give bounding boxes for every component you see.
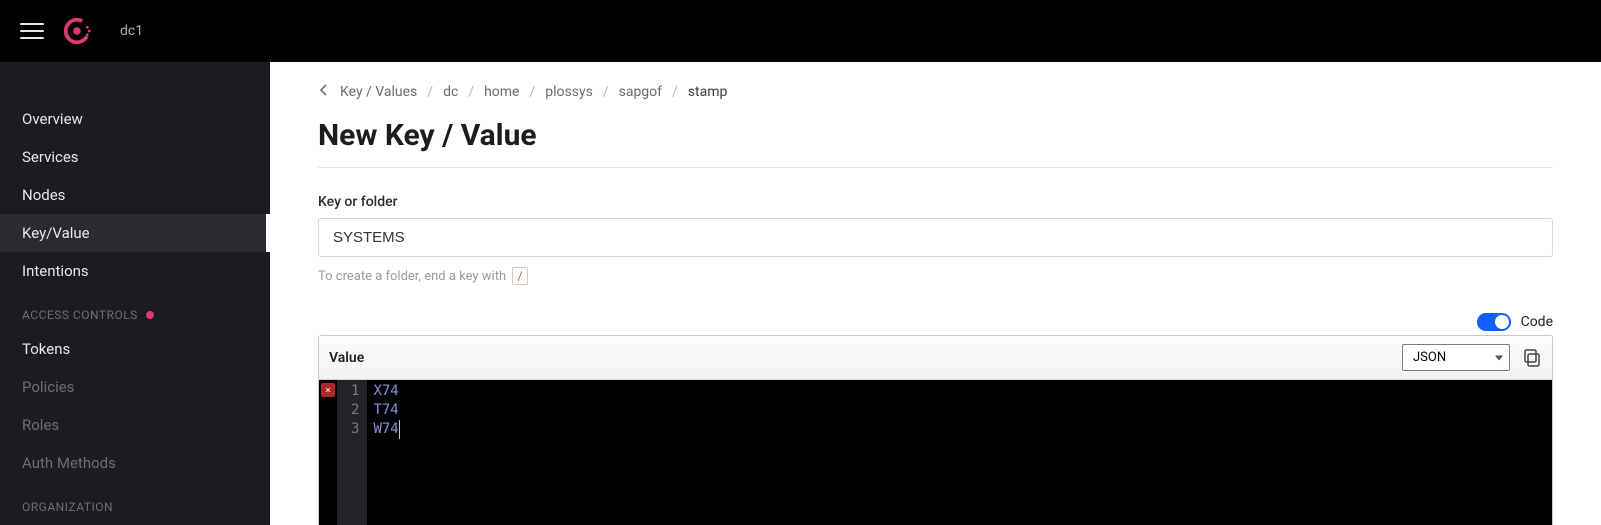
breadcrumb-item[interactable]: sapgof (619, 84, 662, 100)
sidebar-section-access-controls: ACCESS CONTROLS (0, 290, 270, 330)
sidebar-item-intentions[interactable]: Intentions (0, 252, 270, 290)
code-editor[interactable]: × 1 2 3 X74 T74 W74 (319, 380, 1552, 525)
sidebar-item-key-value[interactable]: Key/Value (0, 214, 270, 252)
slash-badge: / (512, 267, 528, 285)
sidebar-item-overview[interactable]: Overview (0, 100, 270, 138)
sidebar-item-auth-methods[interactable]: Auth Methods (0, 444, 270, 482)
code-line[interactable]: W74 (373, 420, 399, 439)
status-dot-icon (146, 311, 154, 319)
language-select[interactable]: JSON (1402, 344, 1510, 371)
error-gutter: × (319, 380, 337, 525)
breadcrumb-sep: / (672, 84, 678, 100)
page-title: New Key / Value (318, 118, 1553, 153)
code-content[interactable]: X74 T74 W74 (367, 380, 1552, 525)
breadcrumb-item[interactable]: plossys (545, 84, 593, 100)
code-line[interactable]: T74 (373, 401, 1546, 420)
key-helper-text: To create a folder, end a key with / (318, 267, 1553, 285)
code-toggle-label: Code (1521, 314, 1553, 330)
code-toggle[interactable] (1477, 313, 1511, 331)
copy-icon[interactable] (1522, 348, 1542, 368)
main-content: Key / Values / dc / home / plossys / sap… (270, 62, 1601, 525)
sidebar-item-nodes[interactable]: Nodes (0, 176, 270, 214)
code-line[interactable]: X74 (373, 382, 1546, 401)
key-input[interactable] (318, 218, 1553, 257)
breadcrumb-sep: / (529, 84, 535, 100)
datacenter-label[interactable]: dc1 (120, 23, 143, 39)
breadcrumb-sep: / (427, 84, 433, 100)
breadcrumb-sep: / (468, 84, 474, 100)
line-number-gutter: 1 2 3 (337, 380, 367, 525)
sidebar-section-organization: ORGANIZATION (0, 482, 270, 522)
breadcrumb: Key / Values / dc / home / plossys / sap… (318, 84, 1553, 100)
value-label: Value (329, 350, 364, 366)
sidebar-item-services[interactable]: Services (0, 138, 270, 176)
consul-logo-icon (62, 16, 92, 46)
menu-icon[interactable] (20, 19, 44, 43)
breadcrumb-item[interactable]: Key / Values (340, 84, 417, 100)
editor-header: Value JSON (319, 336, 1552, 380)
top-bar: dc1 (0, 0, 1601, 62)
value-editor: Value JSON × (318, 335, 1553, 525)
chevron-left-icon[interactable] (318, 84, 330, 100)
divider (318, 167, 1553, 168)
breadcrumb-sep: / (603, 84, 609, 100)
error-marker-icon: × (321, 383, 335, 397)
sidebar-item-policies[interactable]: Policies (0, 368, 270, 406)
breadcrumb-item[interactable]: home (484, 84, 519, 100)
key-field-label: Key or folder (318, 194, 1553, 210)
sidebar-item-tokens[interactable]: Tokens (0, 330, 270, 368)
breadcrumb-item[interactable]: dc (443, 84, 458, 100)
sidebar: Overview Services Nodes Key/Value Intent… (0, 62, 270, 525)
sidebar-item-roles[interactable]: Roles (0, 406, 270, 444)
breadcrumb-item[interactable]: stamp (688, 84, 728, 100)
